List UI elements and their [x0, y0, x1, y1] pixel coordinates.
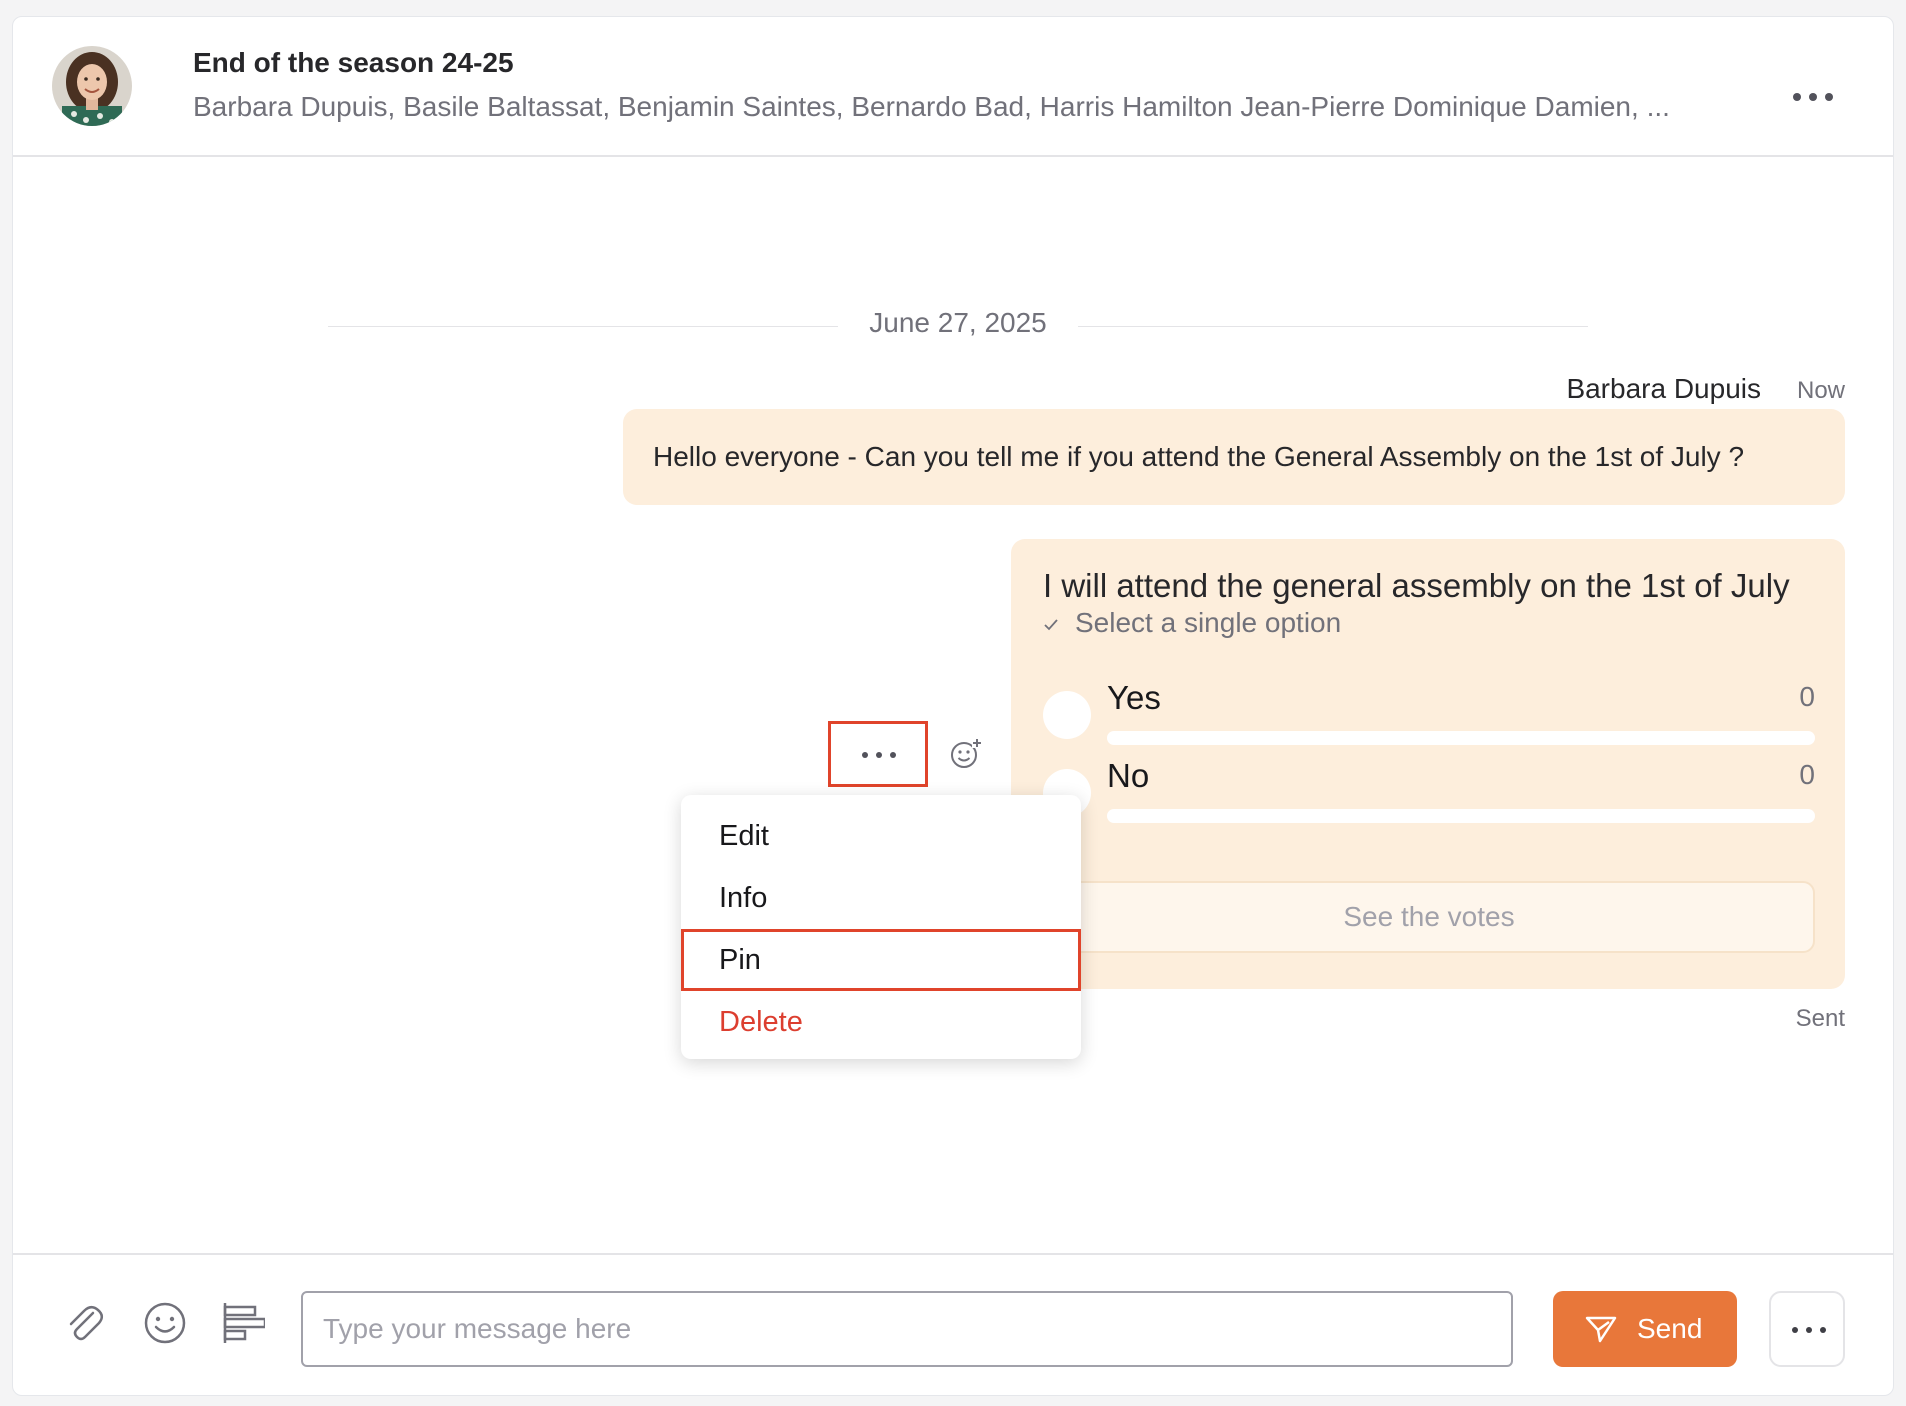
poll-progress-bar	[1107, 731, 1815, 745]
chat-panel: End of the season 24-25 Barbara Dupuis, …	[12, 16, 1894, 1396]
composer-more-button[interactable]	[1769, 1291, 1845, 1367]
chat-header: End of the season 24-25 Barbara Dupuis, …	[13, 17, 1893, 157]
send-label: Send	[1637, 1313, 1703, 1344]
message-input[interactable]	[301, 1291, 1513, 1367]
poll-option-yes[interactable]: Yes 0	[1043, 679, 1815, 749]
avatar[interactable]	[52, 46, 132, 126]
conversation-title: End of the season 24-25	[193, 47, 514, 78]
add-reaction-icon[interactable]	[949, 737, 983, 771]
message-bubble[interactable]: Hello everyone - Can you tell me if you …	[623, 409, 1845, 505]
message-context-menu: Edit Info Pin Delete	[681, 795, 1081, 1059]
more-horizontal-icon	[862, 752, 896, 758]
message-status: Sent	[1795, 1005, 1845, 1032]
poll-option-count: 0	[1799, 759, 1815, 790]
emoji-icon[interactable]	[143, 1301, 187, 1345]
poll-option-count: 0	[1799, 681, 1815, 712]
menu-item-delete[interactable]: Delete	[681, 991, 1081, 1053]
more-horizontal-icon[interactable]	[1787, 77, 1839, 117]
check-icon	[1043, 616, 1063, 637]
poll-progress-bar	[1107, 809, 1815, 823]
more-horizontal-icon	[1792, 1327, 1826, 1333]
poll-hint-text: Select a single option	[1075, 607, 1342, 638]
poll-option-no[interactable]: No 0	[1043, 757, 1815, 827]
poll-hint: Select a single option	[1043, 607, 1341, 639]
poll-question: I will attend the general assembly on th…	[1043, 567, 1790, 604]
send-button[interactable]: Send	[1553, 1291, 1737, 1367]
date-separator: June 27, 2025	[328, 307, 1588, 347]
menu-item-info[interactable]: Info	[681, 867, 1081, 929]
poll-card: I will attend the general assembly on th…	[1011, 539, 1845, 989]
message-sender: Barbara Dupuis	[1566, 373, 1761, 404]
poll-icon[interactable]	[221, 1301, 267, 1345]
message-composer: Send	[13, 1253, 1893, 1395]
paperclip-icon[interactable]	[63, 1301, 107, 1345]
poll-option-label: No	[1107, 757, 1150, 794]
poll-option-label: Yes	[1107, 679, 1161, 716]
message-time: Now	[1796, 377, 1845, 404]
participants-list[interactable]: Barbara Dupuis, Basile Baltassat, Benjam…	[193, 91, 1773, 123]
see-votes-button[interactable]: See the votes	[1043, 881, 1815, 953]
send-icon	[1585, 1315, 1617, 1350]
message-more-button[interactable]	[828, 721, 928, 787]
menu-item-pin[interactable]: Pin	[681, 929, 1081, 991]
poll-radio[interactable]	[1043, 691, 1091, 739]
date-label: June 27, 2025	[849, 307, 1067, 338]
menu-item-edit[interactable]: Edit	[681, 805, 1081, 867]
